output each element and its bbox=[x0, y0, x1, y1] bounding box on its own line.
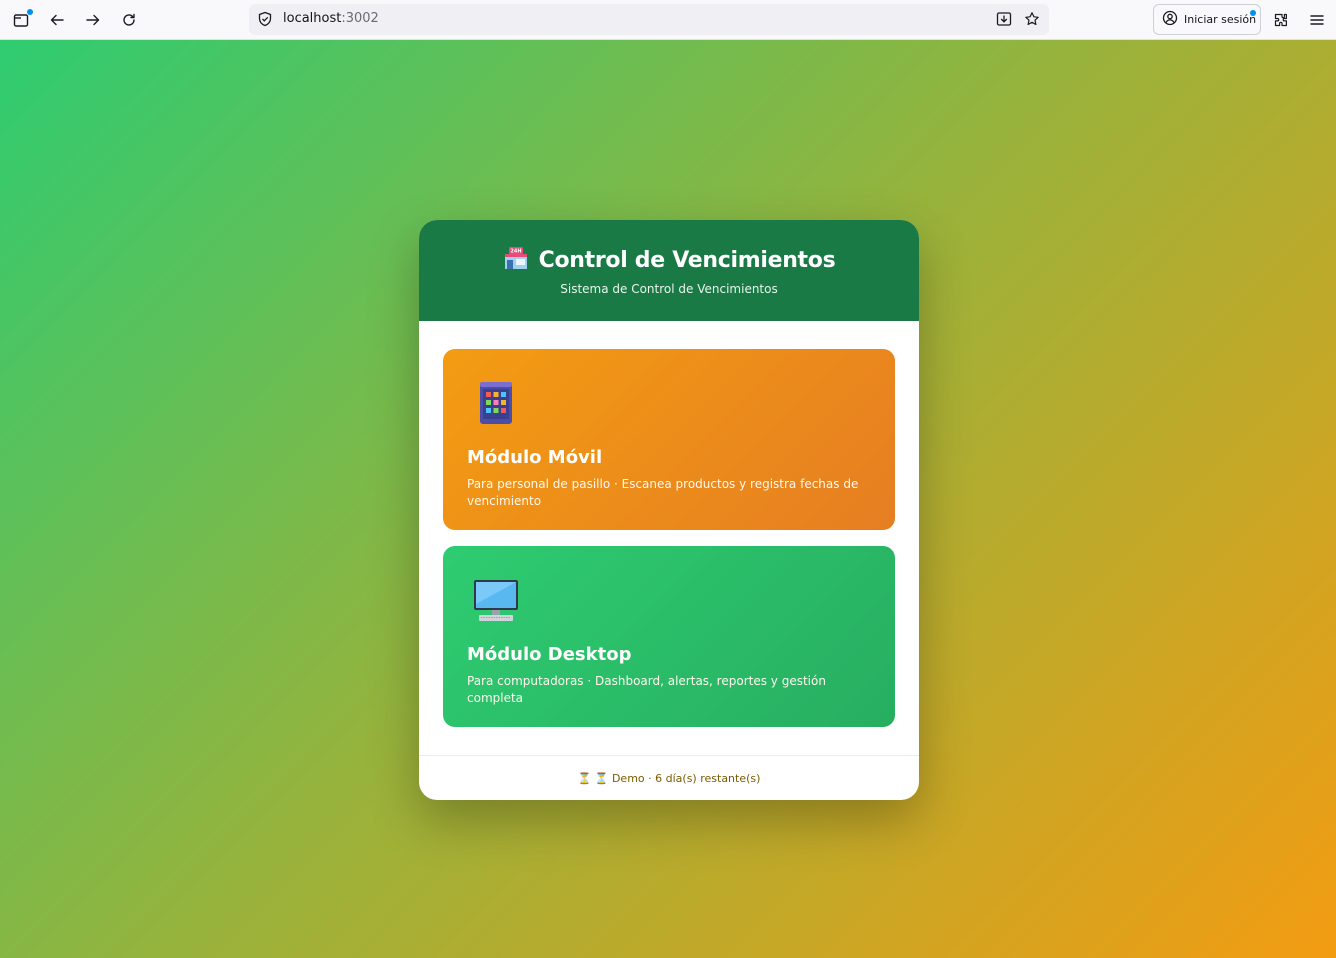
download-icon[interactable] bbox=[996, 11, 1012, 31]
bookmark-star-icon[interactable] bbox=[1024, 11, 1040, 31]
desktop-module-button[interactable]: Módulo Desktop Para computadoras · Dashb… bbox=[443, 546, 895, 727]
mobile-phone-icon bbox=[467, 373, 871, 431]
reload-icon[interactable] bbox=[115, 6, 143, 34]
mobile-module-title: Módulo Móvil bbox=[467, 447, 603, 468]
signin-label: Iniciar sesión bbox=[1184, 13, 1257, 26]
extensions-icon[interactable] bbox=[1267, 6, 1295, 34]
card-header: 24H Control de Vencimientos Sistema de C… bbox=[419, 220, 919, 321]
desktop-module-title: Módulo Desktop bbox=[467, 644, 632, 665]
mobile-module-button[interactable]: Módulo Móvil Para personal de pasillo · … bbox=[443, 349, 895, 530]
store-icon: 24H bbox=[503, 246, 529, 274]
url-text[interactable]: localhost:3002 bbox=[283, 11, 379, 26]
svg-text:24H: 24H bbox=[510, 249, 521, 255]
page-subtitle: Sistema de Control de Vencimientos bbox=[560, 282, 778, 296]
forward-icon[interactable] bbox=[79, 6, 107, 34]
page-background: 24H Control de Vencimientos Sistema de C… bbox=[0, 40, 1336, 958]
browser-toolbar: localhost:3002 Iniciar sesión bbox=[0, 0, 1336, 40]
module-list: Módulo Móvil Para personal de pasillo · … bbox=[419, 321, 919, 727]
demo-status-footer: ⏳ ⏳ Demo · 6 día(s) restante(s) bbox=[419, 755, 919, 800]
signin-button[interactable]: Iniciar sesión bbox=[1153, 4, 1261, 35]
main-card: 24H Control de Vencimientos Sistema de C… bbox=[419, 220, 919, 800]
tab-icon[interactable] bbox=[7, 6, 35, 34]
mobile-module-description: Para personal de pasillo · Escanea produ… bbox=[467, 477, 859, 508]
demo-status-text: ⏳ ⏳ Demo · 6 día(s) restante(s) bbox=[577, 771, 761, 785]
menu-icon[interactable] bbox=[1303, 6, 1331, 34]
page-title: Control de Vencimientos bbox=[538, 247, 836, 273]
shield-icon[interactable] bbox=[257, 11, 273, 31]
back-icon[interactable] bbox=[43, 6, 71, 34]
desktop-module-description: Para computadoras · Dashboard, alertas, … bbox=[467, 674, 826, 705]
account-icon bbox=[1162, 10, 1178, 30]
url-bar[interactable]: localhost:3002 bbox=[249, 4, 1049, 35]
desktop-computer-icon bbox=[467, 570, 871, 628]
